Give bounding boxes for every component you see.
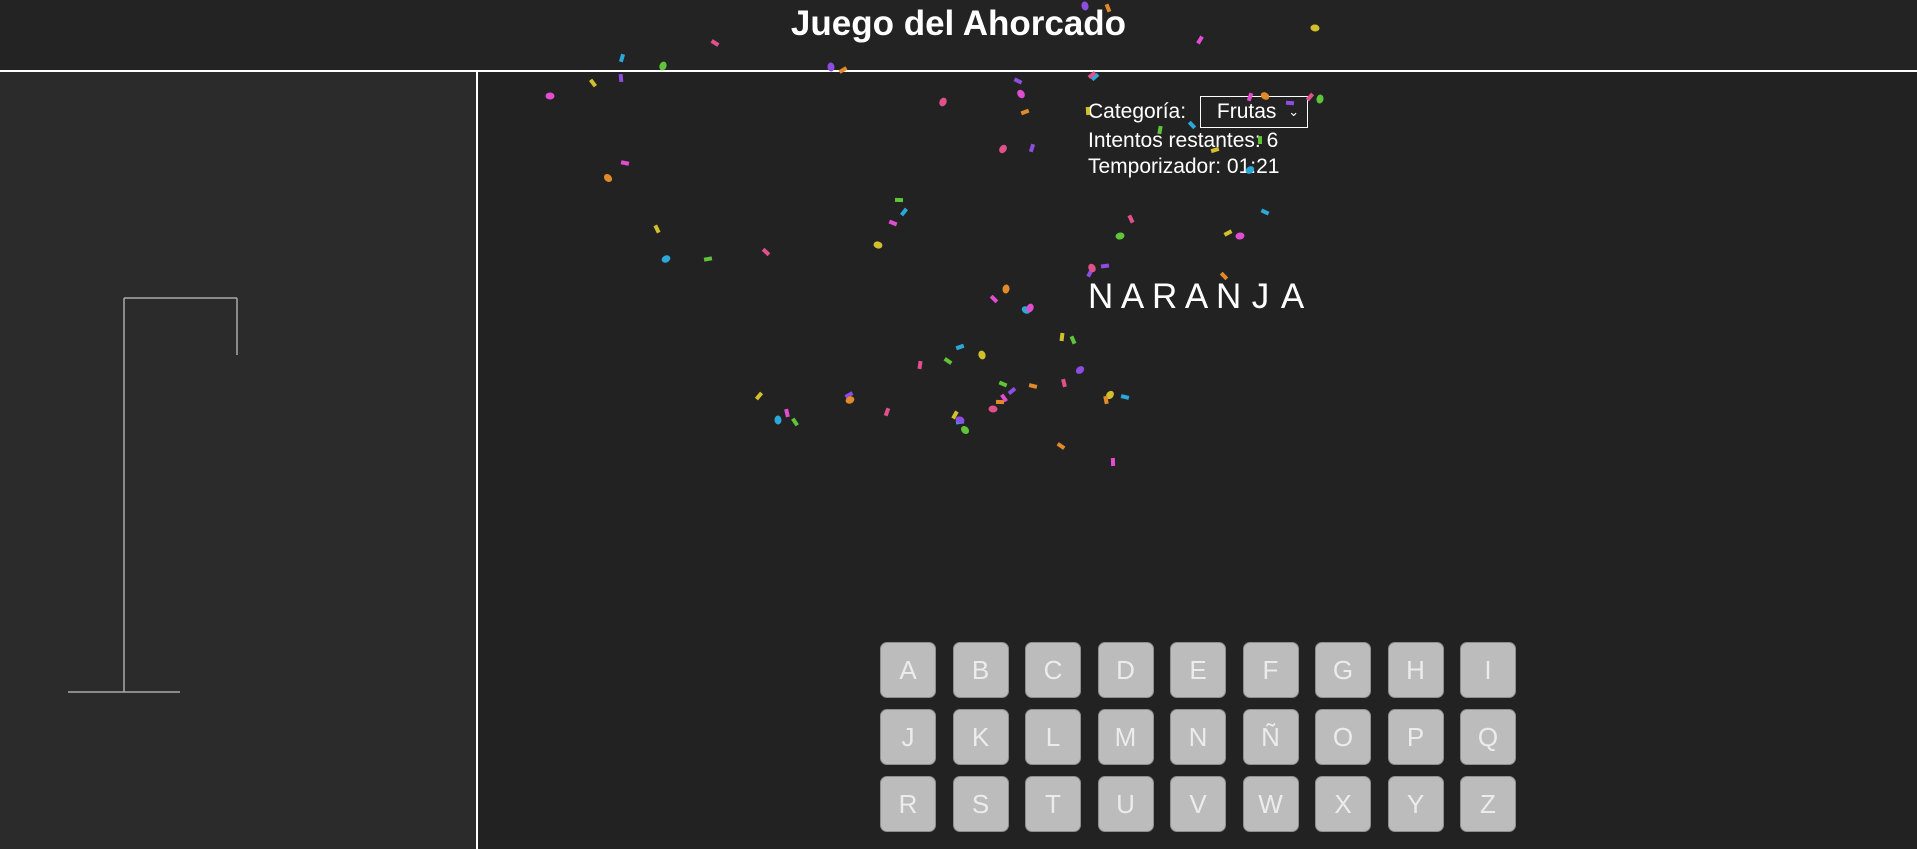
letter-key[interactable]: N [1170,709,1226,765]
letter-key[interactable]: B [952,642,1009,698]
word-letter: A [1280,277,1305,316]
gallows-drawing [68,297,238,693]
letter-key[interactable]: J [880,709,936,765]
letter-key[interactable]: H [1387,642,1444,698]
letter-key[interactable]: C [1025,642,1081,698]
header-bar: Juego del Ahorcado [0,0,1917,72]
game-info: Categoría: Frutas ⌄ Intentos restantes: … [1088,96,1309,180]
category-label: Categoría: [1088,99,1187,123]
letter-key[interactable]: V [1170,776,1226,832]
letter-key[interactable]: D [1097,642,1154,698]
letter-key[interactable]: Z [1460,776,1516,832]
letter-key[interactable]: Q [1460,709,1516,765]
letter-key[interactable]: R [880,776,936,832]
letter-key[interactable]: Ñ [1242,709,1299,765]
word-letter: A [1120,277,1145,316]
category-select[interactable]: Frutas ⌄ [1199,96,1309,129]
letter-key[interactable]: X [1315,776,1371,832]
letter-key[interactable]: I [1460,642,1516,698]
word-letter: N [1216,277,1242,316]
letter-key[interactable]: K [952,709,1009,765]
gallows-panel [0,72,478,849]
letter-key[interactable]: U [1097,776,1154,832]
word-letter: J [1251,277,1270,316]
category-value: Frutas [1216,100,1277,123]
attempts-remaining: Intentos restantes: 6 [1088,129,1279,153]
chevron-down-icon: ⌄ [1288,104,1300,120]
word-letter: R [1152,277,1178,316]
letter-key[interactable]: Y [1387,776,1444,832]
letter-key[interactable]: S [952,776,1009,832]
letter-key[interactable]: E [1170,642,1226,698]
letter-key[interactable]: A [880,642,936,698]
letter-key[interactable]: G [1315,642,1371,698]
letter-key[interactable]: O [1315,709,1371,765]
letter-key[interactable]: L [1025,709,1081,765]
word-letter: A [1184,277,1209,316]
letter-key[interactable]: W [1242,776,1299,832]
game-area: Categoría: Frutas ⌄ Intentos restantes: … [478,72,1917,849]
letter-key[interactable]: F [1242,642,1299,698]
letter-key[interactable]: M [1097,709,1154,765]
letter-key[interactable]: T [1025,776,1081,832]
timer: Temporizador: 01:21 [1088,155,1280,179]
word-letter: N [1088,277,1114,316]
word-display: NARANJA [1088,277,1305,317]
letter-keyboard: ABCDEFGHI JKLMNÑOPQ RSTUVWXYZ [880,642,1516,832]
page-title: Juego del Ahorcado [790,4,1127,43]
letter-key[interactable]: P [1387,709,1444,765]
category-row: Categoría: Frutas ⌄ [1088,96,1309,129]
